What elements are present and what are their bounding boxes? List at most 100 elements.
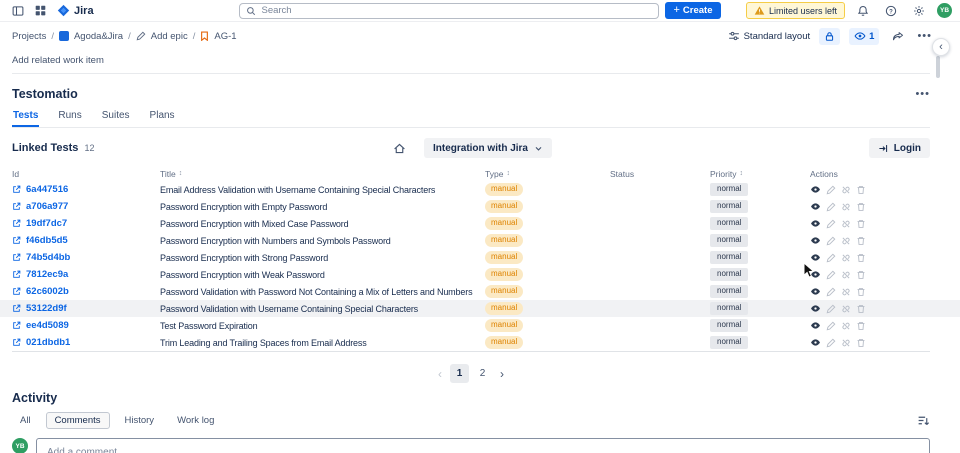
- chevron-left-icon: ‹: [939, 41, 943, 53]
- edit-test-icon[interactable]: [826, 287, 836, 297]
- standard-layout-button[interactable]: Standard layout: [728, 30, 810, 42]
- scrollbar-thumb[interactable]: [936, 56, 940, 78]
- integration-dropdown[interactable]: Integration with Jira: [423, 138, 552, 158]
- limited-users-badge[interactable]: Limited users left: [745, 2, 845, 19]
- unlink-test-icon[interactable]: [841, 270, 851, 280]
- tab-comments[interactable]: Comments: [45, 412, 110, 429]
- view-test-icon[interactable]: [810, 252, 821, 263]
- tab-history[interactable]: History: [117, 413, 163, 428]
- external-link-icon: [12, 185, 21, 194]
- breadcrumb-issue-link[interactable]: AG-1: [214, 31, 236, 42]
- edit-test-icon[interactable]: [826, 253, 836, 263]
- watchers-button[interactable]: 1: [849, 27, 880, 45]
- column-header-priority[interactable]: Priority ↕: [710, 169, 810, 179]
- lock-button[interactable]: [819, 27, 841, 45]
- column-header-type[interactable]: Type ↕: [485, 169, 610, 179]
- column-header-id[interactable]: Id: [12, 169, 160, 179]
- view-test-icon[interactable]: [810, 286, 821, 297]
- create-button[interactable]: + Create: [665, 2, 721, 19]
- settings-gear-icon[interactable]: [909, 2, 929, 20]
- tab-work-log[interactable]: Work log: [169, 413, 222, 428]
- chevron-right-icon[interactable]: ›: [496, 367, 508, 381]
- tab-suites[interactable]: Suites: [101, 110, 131, 127]
- unlink-test-icon[interactable]: [841, 253, 851, 263]
- help-icon[interactable]: ?: [881, 2, 901, 20]
- test-id-link[interactable]: ee4d5089: [26, 320, 69, 331]
- edit-test-icon[interactable]: [826, 185, 836, 195]
- delete-test-icon[interactable]: [856, 219, 866, 229]
- page-button-2[interactable]: 2: [473, 364, 492, 383]
- page-button-1[interactable]: 1: [450, 364, 469, 383]
- testomatio-more-icon[interactable]: •••: [915, 88, 930, 100]
- panel-collapse-button[interactable]: ‹: [932, 38, 950, 56]
- test-id-link[interactable]: 53122d9f: [26, 303, 67, 314]
- edit-test-icon[interactable]: [826, 270, 836, 280]
- test-id-link[interactable]: 7812ec9a: [26, 269, 68, 280]
- app-switcher-icon[interactable]: [30, 2, 50, 20]
- unlink-test-icon[interactable]: [841, 202, 851, 212]
- test-id-link[interactable]: 021dbdb1: [26, 337, 70, 348]
- test-id-link[interactable]: 19df7dc7: [26, 218, 67, 229]
- unlink-test-icon[interactable]: [841, 236, 851, 246]
- breadcrumb-add-epic-link[interactable]: Add epic: [151, 31, 188, 42]
- tab-tests[interactable]: Tests: [12, 110, 39, 127]
- unlink-test-icon[interactable]: [841, 338, 851, 348]
- share-icon[interactable]: [888, 27, 908, 45]
- tab-plans[interactable]: Plans: [149, 110, 176, 127]
- view-test-icon[interactable]: [810, 218, 821, 229]
- add-related-work-item-button[interactable]: Add related work item: [12, 50, 930, 74]
- unlink-test-icon[interactable]: [841, 287, 851, 297]
- unlink-test-icon[interactable]: [841, 219, 851, 229]
- sort-icon: ↕: [739, 170, 743, 177]
- delete-test-icon[interactable]: [856, 287, 866, 297]
- view-test-icon[interactable]: [810, 201, 821, 212]
- jira-logo[interactable]: Jira: [52, 4, 99, 17]
- test-id-link[interactable]: 74b5d4bb: [26, 252, 70, 263]
- test-id-link[interactable]: 62c6002b: [26, 286, 69, 297]
- search-box[interactable]: [239, 2, 660, 19]
- chevron-left-icon[interactable]: ‹: [434, 367, 446, 381]
- view-test-icon[interactable]: [810, 269, 821, 280]
- view-test-icon[interactable]: [810, 235, 821, 246]
- view-test-icon[interactable]: [810, 337, 821, 348]
- delete-test-icon[interactable]: [856, 202, 866, 212]
- edit-test-icon[interactable]: [826, 338, 836, 348]
- unlink-test-icon[interactable]: [841, 304, 851, 314]
- search-input[interactable]: [261, 5, 653, 16]
- delete-test-icon[interactable]: [856, 253, 866, 263]
- view-test-icon[interactable]: [810, 184, 821, 195]
- unlink-test-icon[interactable]: [841, 321, 851, 331]
- sidebar-toggle-icon[interactable]: [8, 2, 28, 20]
- login-button[interactable]: Login: [868, 138, 930, 158]
- tab-all[interactable]: All: [12, 413, 39, 428]
- issue-more-icon[interactable]: •••: [917, 30, 932, 42]
- edit-test-icon[interactable]: [826, 202, 836, 212]
- comment-input[interactable]: Add a comment... 🎉 Looks good! 👋 Need he…: [36, 438, 930, 453]
- delete-test-icon[interactable]: [856, 236, 866, 246]
- edit-test-icon[interactable]: [826, 304, 836, 314]
- view-test-icon[interactable]: [810, 320, 821, 331]
- delete-test-icon[interactable]: [856, 321, 866, 331]
- breadcrumb-project-link[interactable]: Agoda&Jira: [74, 31, 123, 42]
- type-badge: manual: [485, 183, 524, 196]
- linked-tests-table: Id Title ↕ Type ↕ Status Priority ↕ Actions…: [0, 166, 960, 352]
- tab-runs[interactable]: Runs: [57, 110, 82, 127]
- edit-test-icon[interactable]: [826, 321, 836, 331]
- column-header-title[interactable]: Title ↕: [160, 169, 485, 179]
- view-test-icon[interactable]: [810, 303, 821, 314]
- test-id-link[interactable]: f46db5d5: [26, 235, 68, 246]
- home-icon[interactable]: [390, 139, 410, 157]
- delete-test-icon[interactable]: [856, 338, 866, 348]
- test-id-link[interactable]: 6a447516: [26, 184, 68, 195]
- sort-order-icon[interactable]: [917, 414, 930, 427]
- test-id-link[interactable]: a706a977: [26, 201, 68, 212]
- breadcrumb-projects-link[interactable]: Projects: [12, 31, 46, 42]
- edit-test-icon[interactable]: [826, 236, 836, 246]
- unlink-test-icon[interactable]: [841, 185, 851, 195]
- notifications-bell-icon[interactable]: [853, 2, 873, 20]
- delete-test-icon[interactable]: [856, 304, 866, 314]
- user-avatar[interactable]: YB: [937, 3, 952, 18]
- edit-test-icon[interactable]: [826, 219, 836, 229]
- delete-test-icon[interactable]: [856, 185, 866, 195]
- delete-test-icon[interactable]: [856, 270, 866, 280]
